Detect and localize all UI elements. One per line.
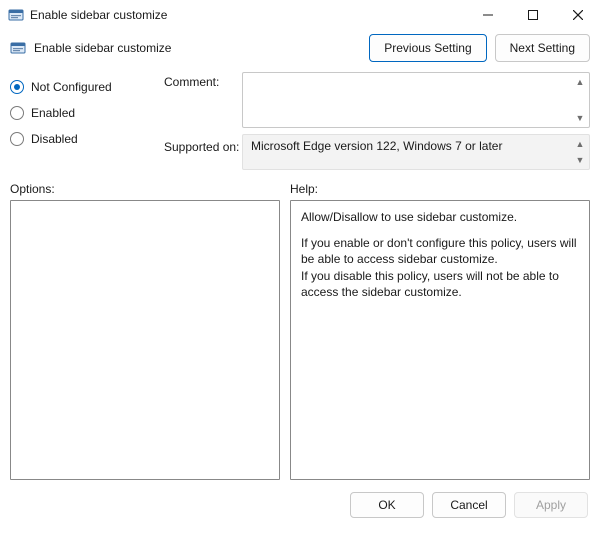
- radio-icon: [10, 80, 24, 94]
- close-button[interactable]: [555, 0, 600, 30]
- radio-icon: [10, 132, 24, 146]
- comment-input[interactable]: ▲ ▼: [242, 72, 590, 128]
- previous-setting-button[interactable]: Previous Setting: [369, 34, 486, 62]
- next-setting-button[interactable]: Next Setting: [495, 34, 590, 62]
- options-panel: [10, 200, 280, 480]
- help-text: If you disable this policy, users will n…: [301, 269, 559, 299]
- dialog-footer: OK Cancel Apply: [0, 480, 600, 518]
- supported-on-value: Microsoft Edge version 122, Windows 7 or…: [251, 139, 502, 153]
- maximize-button[interactable]: [510, 0, 555, 30]
- help-text: If you enable or don't configure this po…: [301, 236, 577, 266]
- setting-name: Enable sidebar customize: [34, 41, 361, 55]
- scroll-up-icon[interactable]: ▲: [572, 136, 588, 152]
- window-controls: [465, 0, 600, 30]
- radio-enabled[interactable]: Enabled: [10, 102, 160, 124]
- panels: Allow/Disallow to use sidebar customize.…: [0, 200, 600, 480]
- radio-not-configured[interactable]: Not Configured: [10, 76, 160, 98]
- radio-label: Disabled: [31, 132, 78, 146]
- radio-label: Not Configured: [31, 80, 112, 94]
- radio-label: Enabled: [31, 106, 75, 120]
- meta-fields: Comment: ▲ ▼ Supported on: Microsoft Edg…: [164, 72, 590, 170]
- panel-labels: Options: Help:: [0, 174, 600, 200]
- apply-button[interactable]: Apply: [514, 492, 588, 518]
- options-label: Options:: [10, 182, 280, 196]
- titlebar: Enable sidebar customize: [0, 0, 600, 30]
- state-radios: Not Configured Enabled Disabled: [10, 72, 160, 170]
- scroll-down-icon[interactable]: ▼: [572, 110, 588, 126]
- scroll-up-icon[interactable]: ▲: [572, 74, 588, 90]
- config-area: Not Configured Enabled Disabled Comment:…: [0, 70, 600, 174]
- supported-on-field: Microsoft Edge version 122, Windows 7 or…: [242, 134, 590, 170]
- radio-icon: [10, 106, 24, 120]
- help-text: Allow/Disallow to use sidebar customize.: [301, 209, 579, 225]
- ok-button[interactable]: OK: [350, 492, 424, 518]
- minimize-button[interactable]: [465, 0, 510, 30]
- supported-label: Supported on:: [164, 134, 242, 154]
- header-row: Enable sidebar customize Previous Settin…: [0, 30, 600, 70]
- cancel-button[interactable]: Cancel: [432, 492, 506, 518]
- scroll-down-icon[interactable]: ▼: [572, 152, 588, 168]
- help-label: Help:: [290, 182, 590, 196]
- window-title: Enable sidebar customize: [30, 8, 465, 22]
- app-icon: [8, 7, 24, 23]
- comment-label: Comment:: [164, 72, 242, 89]
- radio-disabled[interactable]: Disabled: [10, 128, 160, 150]
- help-panel: Allow/Disallow to use sidebar customize.…: [290, 200, 590, 480]
- policy-icon: [10, 40, 26, 56]
